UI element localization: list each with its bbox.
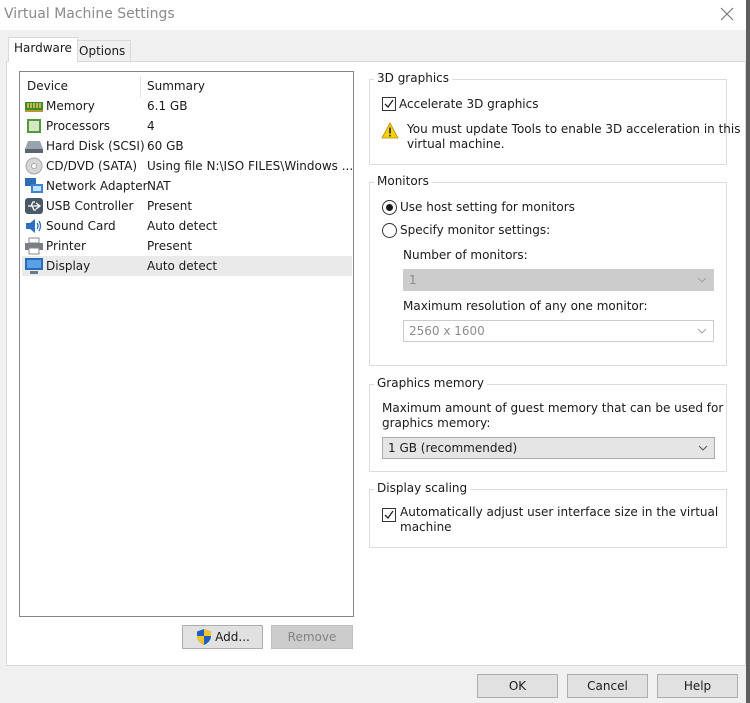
chevron-down-icon <box>698 445 708 451</box>
number-of-monitors-label: Number of monitors: <box>403 248 528 262</box>
device-summary: Using file N:\ISO FILES\Windows ... <box>147 159 354 173</box>
group-monitors: Monitors Use host setting for monitors S… <box>369 174 727 366</box>
device-summary: Auto detect <box>147 259 218 273</box>
warning-text-line2: virtual machine. <box>407 137 505 151</box>
auto-adjust-ui-label-line2[interactable]: machine <box>400 520 452 534</box>
cancel-button[interactable]: Cancel <box>567 674 648 698</box>
device-row-sound-card[interactable]: Sound Card Auto detect <box>22 216 352 236</box>
max-resolution-label: Maximum resolution of any one monitor: <box>403 299 648 313</box>
sound-card-icon <box>26 219 42 233</box>
tab-options[interactable]: Options <box>73 40 132 62</box>
specify-monitor-label[interactable]: Specify monitor settings: <box>400 223 550 237</box>
device-name: CD/DVD (SATA) <box>46 159 138 173</box>
device-name: Display <box>46 259 91 273</box>
group-title-3d-graphics: 3D graphics <box>374 71 452 85</box>
auto-adjust-ui-checkbox[interactable] <box>382 508 396 522</box>
window-title: Virtual Machine Settings <box>4 6 175 22</box>
usb-icon <box>25 198 43 214</box>
device-name: Processors <box>46 119 111 133</box>
title-bar: Virtual Machine Settings <box>0 0 750 30</box>
cd-dvd-icon <box>25 157 43 175</box>
group-title-monitors: Monitors <box>374 174 432 188</box>
add-button-label: Add... <box>215 630 250 644</box>
network-adapter-icon <box>25 178 43 193</box>
checkmark-icon <box>384 510 394 520</box>
graphics-memory-desc-line2: graphics memory: <box>382 416 491 430</box>
ok-button-label: OK <box>508 679 527 693</box>
device-summary: 60 GB <box>147 139 184 153</box>
use-host-label[interactable]: Use host setting for monitors <box>400 200 575 214</box>
group-title-graphics-memory: Graphics memory <box>374 376 487 390</box>
group-title-display-scaling: Display scaling <box>374 481 471 495</box>
max-resolution-select[interactable]: 2560 x 1600 <box>403 320 714 342</box>
device-row-hard-disk[interactable]: Hard Disk (SCSI) 60 GB <box>22 136 352 156</box>
number-of-monitors-value: 1 <box>409 273 417 287</box>
warning-text-line1: You must update Tools to enable 3D accel… <box>407 122 741 136</box>
display-icon <box>25 258 43 274</box>
device-row-cd-dvd[interactable]: CD/DVD (SATA) Using file N:\ISO FILES\Wi… <box>22 156 354 176</box>
device-name: Memory <box>46 99 95 113</box>
use-host-radio[interactable] <box>382 200 397 215</box>
accelerate-3d-checkbox[interactable] <box>382 97 396 111</box>
group-3d-graphics: 3D graphics Accelerate 3D graphics You m… <box>369 71 740 165</box>
warning-icon <box>381 122 399 139</box>
device-summary: Present <box>147 199 193 213</box>
device-row-processors[interactable]: Processors 4 <box>22 116 352 136</box>
printer-icon <box>25 237 43 255</box>
number-of-monitors-select[interactable]: 1 <box>403 269 714 291</box>
close-button[interactable] <box>712 2 742 26</box>
hard-disk-icon <box>25 141 43 153</box>
device-row-printer[interactable]: Printer Present <box>22 236 352 256</box>
device-summary: 4 <box>147 119 155 133</box>
device-list[interactable]: Device Summary Memory 6.1 GB Processors … <box>19 71 354 617</box>
device-name: USB Controller <box>46 199 134 213</box>
device-row-memory[interactable]: Memory 6.1 GB <box>22 96 352 116</box>
column-separator[interactable] <box>140 76 141 98</box>
graphics-memory-select[interactable]: 1 GB (recommended) <box>382 437 715 459</box>
device-summary: Present <box>147 239 193 253</box>
shield-icon <box>197 629 212 645</box>
device-summary: 6.1 GB <box>147 99 188 113</box>
device-name: Hard Disk (SCSI) <box>46 139 145 153</box>
list-header: Device Summary <box>20 76 353 98</box>
tab-hardware[interactable]: Hardware <box>8 37 78 62</box>
device-name: Sound Card <box>46 219 116 233</box>
device-row-display[interactable]: Display Auto detect <box>22 256 352 276</box>
graphics-memory-value: 1 GB (recommended) <box>388 441 518 455</box>
close-icon <box>720 7 734 21</box>
remove-button-label: Remove <box>287 630 337 644</box>
add-device-button[interactable]: Add... <box>182 625 263 649</box>
device-name: Network Adapter <box>46 179 148 193</box>
column-header-summary[interactable]: Summary <box>147 79 205 93</box>
graphics-memory-desc-line1: Maximum amount of guest memory that can … <box>382 401 724 415</box>
device-summary: NAT <box>147 179 171 193</box>
device-name: Printer <box>46 239 86 253</box>
device-row-usb-controller[interactable]: USB Controller Present <box>22 196 352 216</box>
auto-adjust-ui-label-line1[interactable]: Automatically adjust user interface size… <box>400 505 718 519</box>
device-row-network-adapter[interactable]: Network Adapter NAT <box>22 176 352 196</box>
cancel-button-label: Cancel <box>587 679 628 693</box>
specify-monitor-radio[interactable] <box>382 223 397 238</box>
memory-icon <box>25 102 43 112</box>
window-edge <box>746 0 750 703</box>
group-display-scaling: Display scaling Automatically adjust use… <box>369 481 727 548</box>
max-resolution-value: 2560 x 1600 <box>409 324 485 338</box>
group-graphics-memory: Graphics memory Maximum amount of guest … <box>369 376 727 472</box>
ok-button[interactable]: OK <box>477 674 558 698</box>
help-button[interactable]: Help <box>657 674 738 698</box>
accelerate-3d-label[interactable]: Accelerate 3D graphics <box>399 97 538 111</box>
chevron-down-icon <box>697 328 707 334</box>
device-summary: Auto detect <box>147 219 218 233</box>
chevron-down-icon <box>697 277 707 283</box>
column-header-device[interactable]: Device <box>27 79 68 93</box>
help-button-label: Help <box>683 679 712 693</box>
checkmark-icon <box>384 99 394 109</box>
processor-icon <box>27 119 41 133</box>
remove-device-button[interactable]: Remove <box>271 625 353 649</box>
